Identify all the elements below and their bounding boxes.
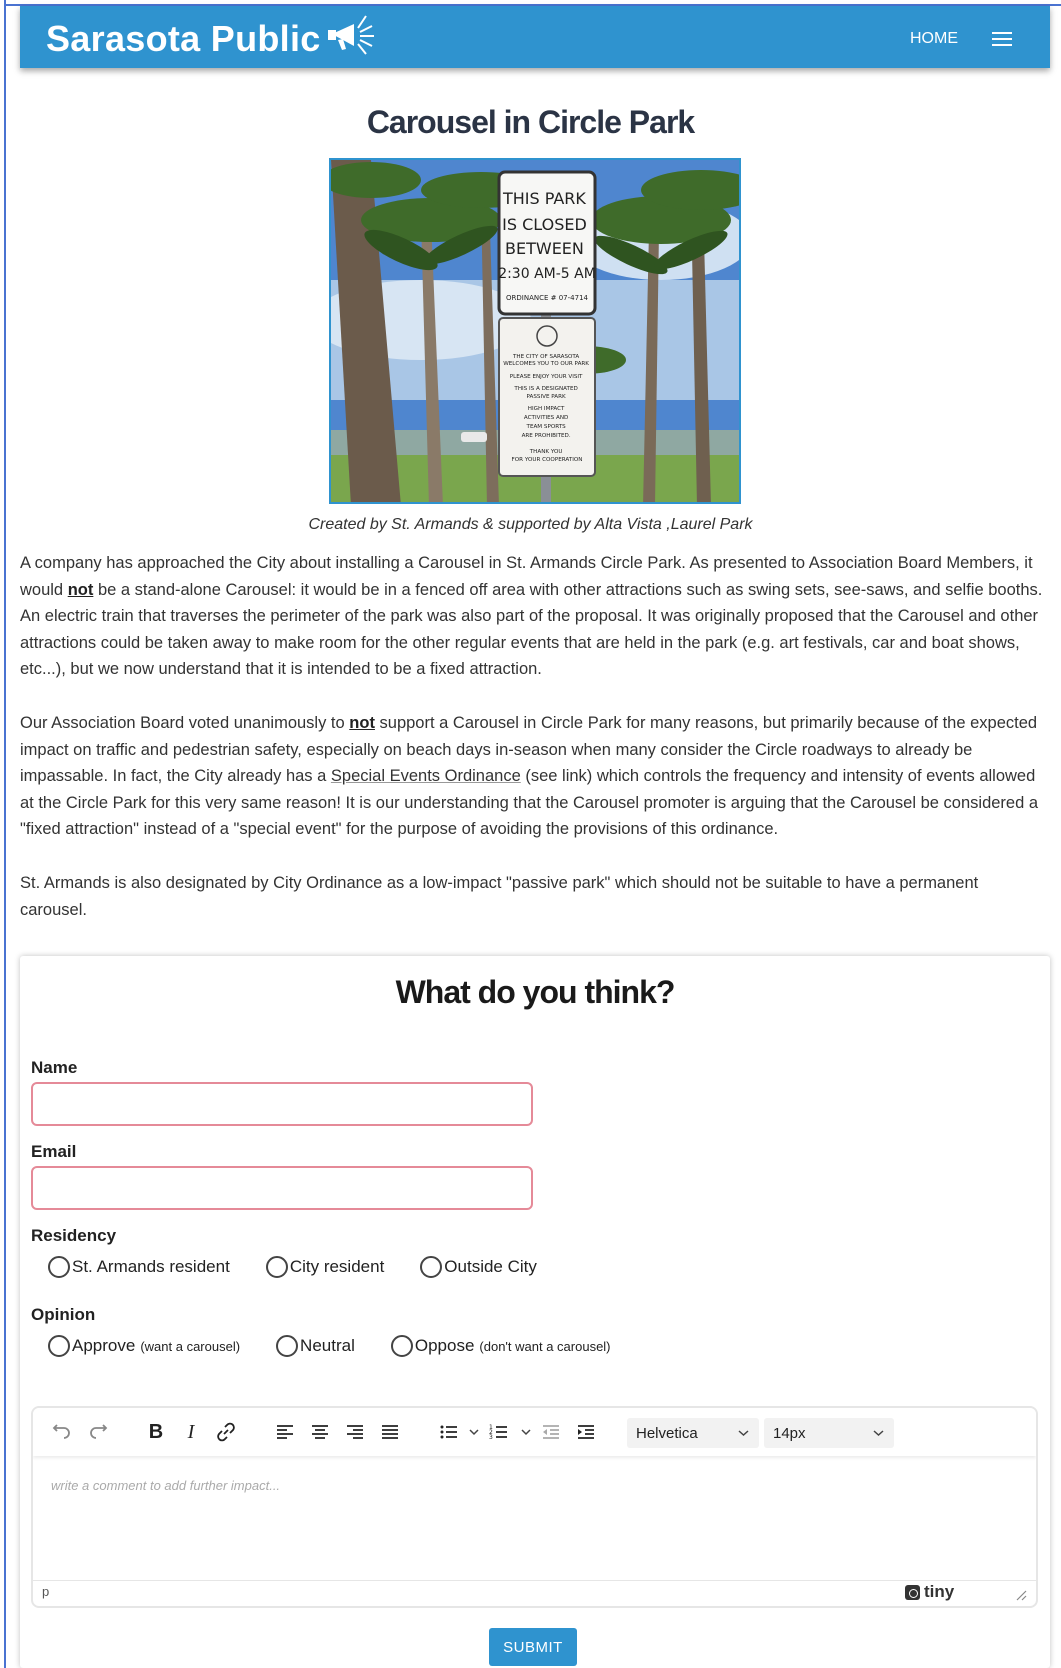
- chevron-down-icon: [738, 1430, 749, 1437]
- page-left-border: [4, 0, 6, 1668]
- email-label: Email: [31, 1142, 77, 1161]
- opinion-label: Opinion: [31, 1305, 96, 1324]
- photo-caption: Created by St. Armands & supported by Al…: [308, 516, 753, 533]
- sign-line: BETWEEN: [505, 239, 584, 258]
- feedback-form-card: What do you think? Name Email Residency …: [20, 956, 1050, 1668]
- park-sign-photo: THIS PARK IS CLOSED BETWEEN 2:30 AM-5 AM…: [329, 158, 741, 504]
- radio-outside-city[interactable]: Outside City: [420, 1256, 537, 1278]
- undo-icon[interactable]: [51, 1421, 73, 1443]
- radio-neutral[interactable]: Neutral: [276, 1335, 355, 1357]
- font-size-select[interactable]: 14px: [764, 1418, 894, 1448]
- email-field[interactable]: [31, 1166, 533, 1210]
- sign-line: THANK YOU: [529, 449, 563, 455]
- emphasis-not: not: [67, 580, 94, 599]
- sign-line: FOR YOUR COOPERATION: [512, 457, 583, 463]
- tiny-logo[interactable]: tiny: [905, 1582, 954, 1602]
- radio-st-armands-resident[interactable]: St. Armands resident: [48, 1256, 230, 1278]
- numbered-list-icon[interactable]: 123: [488, 1421, 510, 1443]
- element-path[interactable]: p: [42, 1584, 49, 1599]
- radio-circle[interactable]: [390, 1335, 413, 1357]
- megaphone-icon: [328, 15, 374, 55]
- sign-ordinance: ORDINANCE # 07-4714: [506, 294, 589, 302]
- form-title: What do you think?: [395, 974, 676, 1010]
- radio-circle[interactable]: [48, 1335, 70, 1357]
- sign-line: WELCOMES YOU TO OUR PARK: [503, 361, 589, 367]
- italic-icon[interactable]: I: [180, 1421, 202, 1443]
- radio-approve[interactable]: Approve (want a carousel): [48, 1335, 240, 1357]
- sign-line: HIGH IMPACT: [528, 406, 565, 412]
- align-center-icon[interactable]: [309, 1421, 331, 1443]
- sign-line: TEAM SPORTS: [526, 424, 567, 430]
- align-justify-icon[interactable]: [379, 1421, 401, 1443]
- align-left-icon[interactable]: [274, 1421, 296, 1443]
- chevron-down-icon[interactable]: [469, 1428, 479, 1436]
- special-events-ordinance-link[interactable]: Special Events Ordinance: [331, 767, 521, 785]
- name-field[interactable]: [31, 1082, 533, 1126]
- svg-text:3: 3: [489, 1434, 493, 1441]
- indent-icon[interactable]: [575, 1421, 597, 1443]
- align-right-icon[interactable]: [344, 1421, 366, 1443]
- editor-statusbar: p tiny: [33, 1580, 1036, 1606]
- bullet-list-icon[interactable]: [438, 1421, 460, 1443]
- article-paragraph-1: A company has approached the City about …: [20, 554, 1043, 679]
- residency-radio-group: St. Armands resident City resident Outsi…: [48, 1256, 573, 1278]
- resize-handle-icon[interactable]: [1015, 1589, 1027, 1601]
- article-paragraph-2: Our Association Board voted unanimously …: [20, 714, 1039, 839]
- link-icon[interactable]: [215, 1421, 237, 1443]
- radio-circle[interactable]: [265, 1256, 288, 1278]
- sign-line: PASSIVE PARK: [527, 394, 566, 400]
- emphasis-not: not: [349, 714, 375, 732]
- radio-circle[interactable]: [420, 1256, 443, 1278]
- sign-line: 2:30 AM-5 AM: [498, 266, 596, 282]
- nav-home-link[interactable]: HOME: [910, 30, 958, 48]
- article-paragraph-3: St. Armands is also designated by City O…: [20, 874, 979, 919]
- residency-label: Residency: [31, 1226, 117, 1245]
- brand-title[interactable]: Sarasota Public: [46, 18, 321, 60]
- sign-line: THE CITY OF SARASOTA: [512, 354, 579, 360]
- bold-icon[interactable]: B: [145, 1421, 167, 1443]
- editor-content-area[interactable]: write a comment to add further impact...: [33, 1456, 1036, 1580]
- name-label: Name: [31, 1058, 78, 1077]
- hamburger-menu-icon[interactable]: [992, 32, 1012, 48]
- navbar: Sarasota Public HOME: [20, 6, 1050, 68]
- sign-line: ACTIVITIES AND: [524, 415, 568, 421]
- outdent-icon[interactable]: [540, 1421, 562, 1443]
- radio-circle[interactable]: [276, 1335, 299, 1357]
- opinion-radio-group: Approve (want a carousel) Neutral Oppose(…: [48, 1335, 647, 1357]
- editor-placeholder: write a comment to add further impact...: [51, 1478, 281, 1493]
- redo-icon[interactable]: [87, 1421, 109, 1443]
- tiny-logo-icon: [905, 1584, 920, 1600]
- page-title: Carousel in Circle Park: [366, 104, 695, 140]
- sign-line: PLEASE ENJOY YOUR VISIT: [510, 374, 583, 380]
- submit-button[interactable]: SUBMIT: [489, 1628, 577, 1666]
- park-photo-illustration: THIS PARK IS CLOSED BETWEEN 2:30 AM-5 AM…: [331, 160, 739, 502]
- sign-line: THIS PARK: [502, 189, 586, 208]
- sign-line: ARE PROHIBITED.: [522, 433, 571, 439]
- font-family-select[interactable]: Helvetica: [627, 1418, 759, 1448]
- chevron-down-icon[interactable]: [521, 1428, 531, 1436]
- radio-circle[interactable]: [48, 1256, 70, 1278]
- sign-line: THIS IS A DESIGNATED: [513, 386, 577, 392]
- chevron-down-icon: [873, 1430, 884, 1437]
- radio-oppose[interactable]: Oppose (don't want a carousel): [390, 1335, 611, 1357]
- comment-editor: B I 123 Helvetica 14px write a comment t…: [31, 1406, 1038, 1608]
- radio-city-resident[interactable]: City resident: [265, 1256, 384, 1278]
- sign-line: IS CLOSED: [502, 215, 587, 234]
- editor-toolbar: B I 123 Helvetica 14px: [33, 1408, 1036, 1456]
